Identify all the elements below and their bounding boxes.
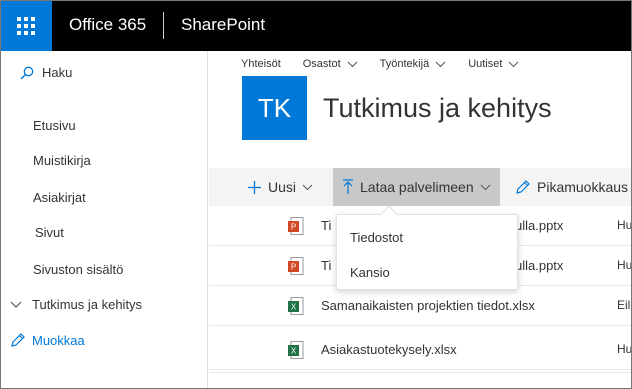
pencil-icon — [11, 333, 25, 347]
modified-by: Hu — [617, 258, 632, 272]
file-row[interactable]: X Asiakastuotekysely.xlsx Hu — [209, 330, 632, 370]
row-divider — [209, 372, 632, 373]
file-name-start[interactable]: Ti — [321, 258, 331, 273]
hub-item-label: Yhteisöt — [241, 58, 281, 70]
upload-folder-item[interactable]: Kansio — [350, 265, 390, 280]
chevron-down-icon — [435, 61, 446, 67]
upload-files-item[interactable]: Tiedostot — [350, 230, 403, 245]
nav-item-asiakirjat[interactable]: Asiakirjat — [33, 190, 86, 205]
suite-bar: Office 365 SharePoint — [0, 0, 632, 51]
new-button[interactable]: Uusi — [247, 168, 313, 206]
hub-item-yhteisot[interactable]: Yhteisöt — [241, 58, 281, 70]
quick-edit-label: Pikamuokkaus — [537, 179, 629, 195]
plus-icon — [248, 180, 261, 194]
search-box[interactable]: Haku — [20, 65, 72, 80]
site-logo[interactable]: TK — [242, 76, 307, 140]
suite-divider — [163, 12, 164, 39]
hub-item-osastot[interactable]: Osastot — [303, 58, 358, 70]
excel-file-icon: X — [288, 341, 304, 359]
nav-item-sivuston-sisalto[interactable]: Sivuston sisältö — [33, 262, 123, 277]
file-name[interactable]: Asiakastuotekysely.xlsx — [321, 342, 457, 357]
edit-links-button[interactable]: Muokkaa — [10, 332, 85, 348]
file-row[interactable]: X Samanaikaisten projektien tiedot.xlsx … — [209, 286, 632, 326]
svg-text:X: X — [291, 347, 297, 356]
powerpoint-file-icon: P — [288, 257, 304, 275]
chevron-down-icon — [302, 184, 313, 190]
site-title[interactable]: Tutkimus ja kehitys — [323, 93, 552, 124]
upload-menu: Tiedostot Kansio — [336, 205, 518, 290]
chevron-down-icon — [480, 184, 490, 190]
edit-label: Muokkaa — [32, 332, 85, 348]
chevron-down-icon — [509, 61, 519, 67]
hub-item-label: Työntekijä — [379, 58, 430, 70]
svg-text:P: P — [291, 263, 296, 272]
nav-group-label: Tutkimus ja kehitys — [32, 297, 143, 312]
nav-item-sivut[interactable]: Sivut — [35, 225, 64, 240]
nav-item-muistikirja[interactable]: Muistikirja — [33, 153, 91, 168]
quick-edit-button[interactable]: Pikamuokkaus — [515, 168, 628, 206]
left-navigation: Haku Etusivu Muistikirja Asiakirjat Sivu… — [0, 51, 208, 389]
file-name-start[interactable]: Ti — [321, 218, 331, 233]
file-name-end[interactable]: ulla.pptx — [515, 218, 563, 233]
svg-text:P: P — [291, 223, 296, 232]
hub-item-tyontekija[interactable]: Työntekijä — [380, 58, 447, 70]
suite-app-name[interactable]: SharePoint — [181, 15, 265, 35]
hub-item-uutiset[interactable]: Uutiset — [468, 58, 519, 70]
file-name-end[interactable]: ulla.pptx — [515, 258, 563, 273]
search-label: Haku — [42, 65, 73, 80]
nav-item-etusivu[interactable]: Etusivu — [33, 118, 76, 133]
upload-icon — [343, 179, 353, 194]
excel-file-icon: X — [288, 297, 304, 315]
app-launcher-icon[interactable] — [0, 0, 52, 51]
chevron-down-icon — [10, 301, 22, 308]
svg-text:X: X — [291, 303, 297, 312]
file-name[interactable]: Samanaikaisten projektien tiedot.xlsx — [321, 298, 535, 313]
new-label: Uusi — [268, 179, 297, 195]
pencil-icon — [516, 180, 530, 194]
modified-by: Eile — [617, 298, 632, 312]
command-bar: Uusi Lataa palvelimeen Pikamuokkaus — [209, 168, 632, 206]
chevron-down-icon — [347, 61, 358, 67]
upload-button[interactable]: Lataa palvelimeen — [333, 168, 500, 206]
modified-by: Hu — [617, 342, 632, 356]
suite-title[interactable]: Office 365 — [69, 15, 146, 35]
upload-label: Lataa palvelimeen — [360, 179, 474, 195]
hub-navigation: Yhteisöt Osastot Työntekijä Uutiset — [241, 58, 541, 70]
hub-item-label: Osastot — [302, 58, 341, 70]
modified-by: Hu — [617, 218, 632, 232]
search-icon — [20, 66, 34, 79]
powerpoint-file-icon: P — [288, 217, 304, 235]
hub-item-label: Uutiset — [468, 58, 503, 70]
nav-group-tutkimus[interactable]: Tutkimus ja kehitys — [10, 297, 142, 312]
